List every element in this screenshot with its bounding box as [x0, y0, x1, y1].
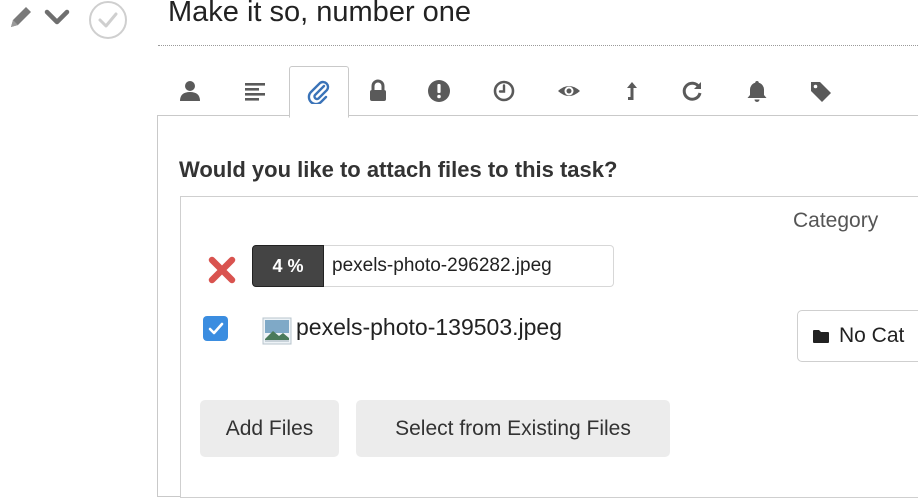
tab-description[interactable] — [227, 66, 283, 116]
tab-user[interactable] — [162, 66, 218, 116]
tag-icon — [811, 82, 831, 102]
check-icon — [208, 322, 223, 334]
select-existing-files-button[interactable]: Select from Existing Files — [356, 400, 670, 457]
tab-time[interactable] — [476, 66, 532, 116]
bell-icon — [747, 81, 767, 102]
uploading-filename: pexels-photo-296282.jpeg — [324, 245, 614, 287]
category-dropdown[interactable]: No Cat — [797, 310, 918, 362]
tab-attachments[interactable] — [289, 66, 349, 118]
attachments-question: Would you like to attach files to this t… — [179, 157, 618, 182]
category-column-header: Category — [793, 209, 879, 232]
category-value: No Cat — [839, 324, 905, 347]
add-files-button[interactable]: Add Files — [200, 400, 339, 457]
tab-watchers[interactable] — [541, 66, 597, 116]
eye-icon — [558, 86, 580, 96]
image-file-icon — [262, 317, 292, 345]
chevron-down-icon[interactable] — [44, 6, 70, 28]
folder-icon — [813, 330, 829, 343]
align-left-icon — [245, 83, 265, 101]
tab-reminders[interactable] — [729, 66, 785, 116]
task-title[interactable]: Make it so, number one — [168, 0, 471, 29]
tab-labels[interactable] — [793, 66, 849, 116]
upload-progress-badge: 4 % — [252, 245, 324, 287]
paperclip-icon — [307, 80, 330, 104]
tab-promote[interactable] — [604, 66, 660, 116]
tab-repeat[interactable] — [664, 66, 720, 116]
tab-priority[interactable] — [411, 66, 467, 116]
title-divider — [158, 45, 918, 46]
lock-icon — [370, 79, 386, 101]
exclamation-icon — [428, 80, 450, 102]
file-select-checkbox[interactable] — [203, 316, 228, 341]
pencil-icon[interactable] — [7, 3, 35, 31]
user-icon — [180, 81, 200, 101]
tab-permissions[interactable] — [350, 66, 406, 116]
refresh-icon — [682, 81, 702, 101]
arrow-up-icon — [627, 82, 637, 100]
check-circle-icon[interactable] — [87, 0, 129, 40]
attached-filename: pexels-photo-139503.jpeg — [296, 314, 562, 340]
clock-icon — [493, 80, 515, 102]
remove-upload-icon[interactable] — [205, 253, 239, 287]
